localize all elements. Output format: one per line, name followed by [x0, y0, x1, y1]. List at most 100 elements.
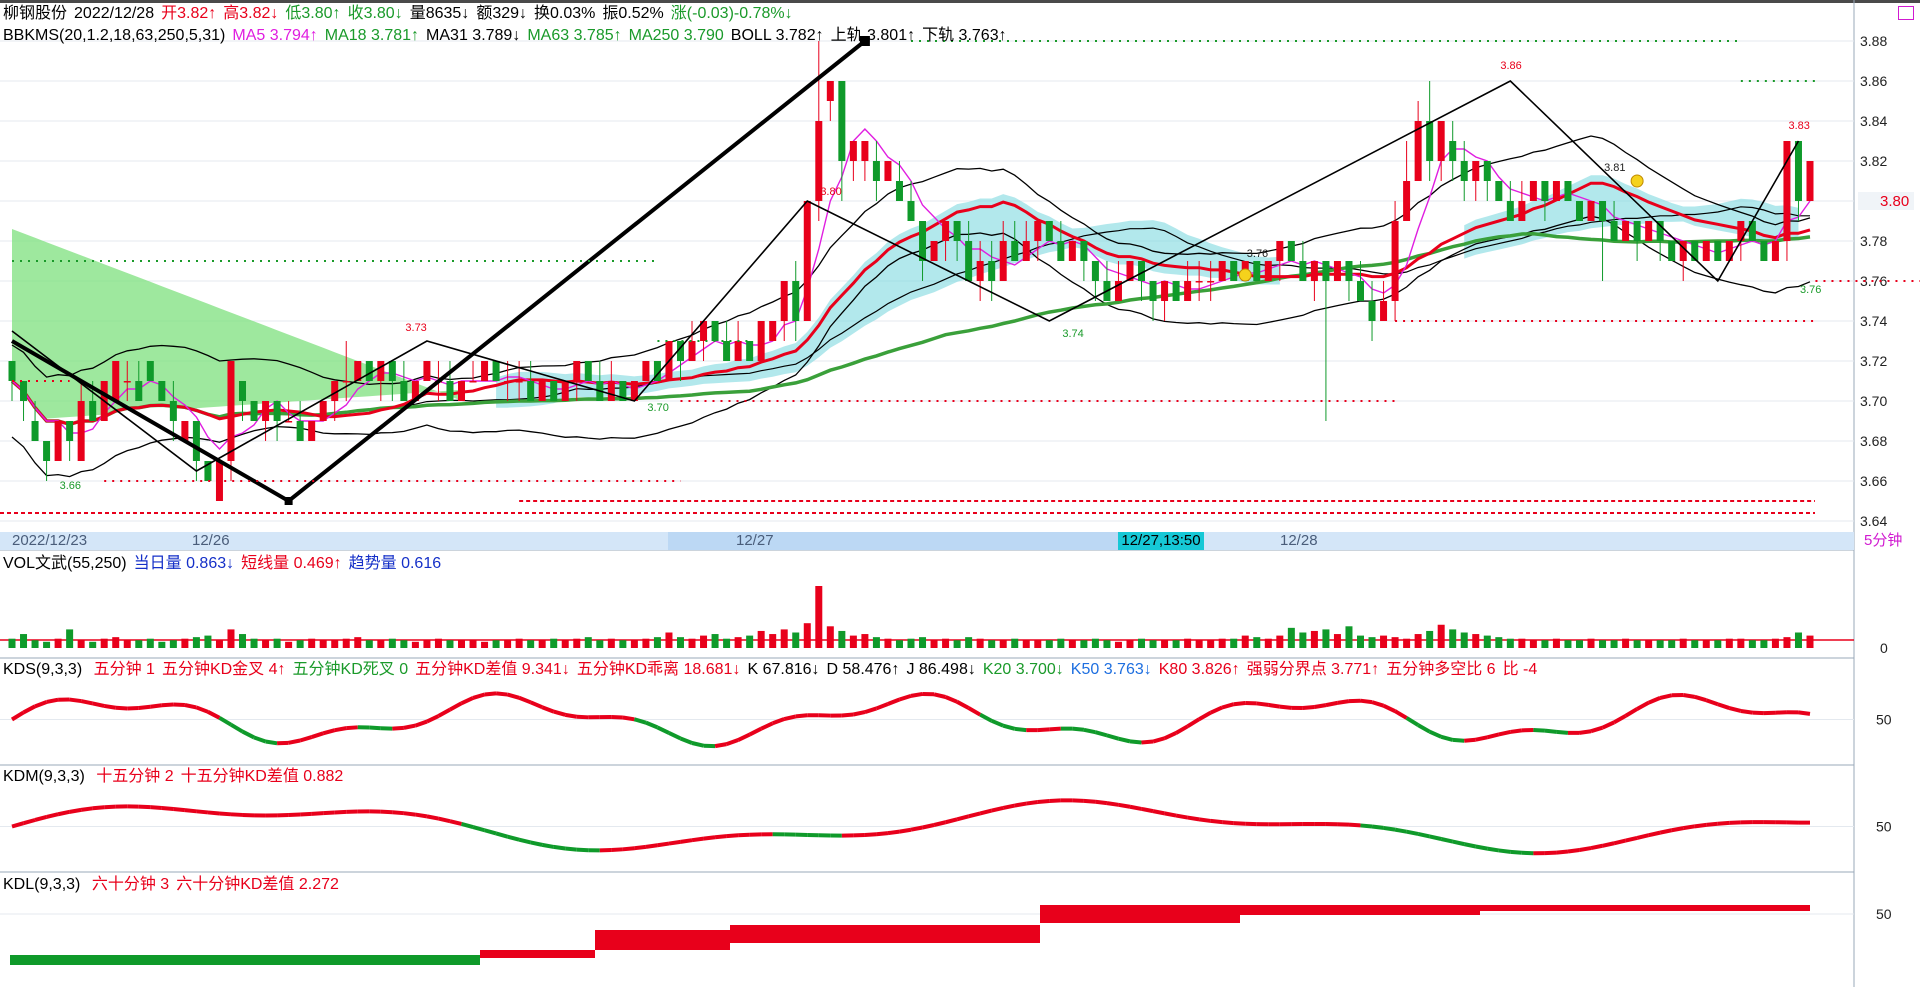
candle-body: [930, 241, 938, 261]
volume-bar: [1057, 638, 1065, 648]
kdm-kd-segment: [1694, 822, 1707, 829]
kds-kd-segment: [725, 738, 739, 747]
kds-kd-segment: [1233, 700, 1246, 707]
candle-body: [1068, 241, 1076, 261]
kds-kd-segment: [472, 692, 486, 700]
candle-body: [446, 381, 454, 401]
candle-body: [296, 421, 304, 441]
candle-body: [1552, 181, 1560, 201]
kds-kd-segment: [1049, 726, 1061, 732]
kdm-kd-segment: [1556, 849, 1569, 855]
kds-kd-segment: [69, 697, 82, 704]
kds-kd-segment: [1094, 730, 1108, 738]
kds-kd-segment: [1337, 699, 1350, 705]
kds-kd-segment: [103, 703, 117, 710]
kds-kd-segment: [46, 697, 59, 704]
candle-body: [54, 421, 62, 461]
price-tick-label: 3.68: [1860, 433, 1887, 449]
volume-bar: [1691, 640, 1699, 648]
date-axis-bar[interactable]: 12/27,13:50: [0, 532, 1854, 550]
kdm-kd-segment: [507, 834, 520, 842]
volume-bar: [527, 640, 535, 648]
kdm-kd-segment: [1095, 799, 1108, 806]
volume-bar: [676, 637, 684, 648]
kdm-kd-segment: [1440, 837, 1454, 844]
volume-bar: [1195, 640, 1203, 648]
kds-kd-segment: [115, 705, 128, 711]
corner-toggle-icon[interactable]: [1898, 6, 1914, 20]
volume-bar: [1599, 640, 1607, 648]
candle-body: [469, 381, 477, 383]
kds-indicator-name[interactable]: KDS(9,3,3): [3, 661, 82, 678]
candle-body: [1575, 201, 1583, 221]
kds-kd-segment: [1129, 739, 1142, 745]
candle-body: [1161, 281, 1169, 301]
kds-kd-segment: [1014, 726, 1027, 733]
volume-bar: [1114, 641, 1122, 648]
vol-indicator-name[interactable]: VOL文武(55,250): [3, 555, 127, 572]
candle-body: [861, 141, 869, 161]
candle-body: [1264, 261, 1272, 281]
volume-bar: [1184, 638, 1192, 648]
volume-bar: [1587, 638, 1595, 648]
volume-bar: [123, 640, 131, 648]
volume-bar: [861, 634, 869, 648]
period-selector[interactable]: 5分钟: [1864, 532, 1902, 550]
volume-bar: [1426, 630, 1434, 648]
volume-bar: [561, 640, 569, 648]
quote-date: 2022/12/28: [74, 5, 155, 22]
kdl-indicator-name[interactable]: KDL(9,3,3): [3, 876, 80, 893]
kdm-kd-segment: [1002, 803, 1016, 810]
kds-kd-segment: [1072, 726, 1085, 732]
kds-kd-segment: [1037, 727, 1050, 733]
kdm-kd-segment: [1475, 844, 1488, 851]
volume-bar: [1737, 638, 1745, 648]
volume-bar: [215, 640, 223, 648]
price-tick-label: 3.88: [1860, 33, 1887, 49]
candle-body: [723, 341, 731, 361]
kds-kd-segment: [161, 702, 174, 708]
candle-body: [1218, 261, 1226, 281]
kdm-kd-segment: [472, 825, 486, 833]
kds-kd-segment: [622, 715, 635, 722]
chart-canvas[interactable]: 3.88 3.86 3.84 3.82 3.80 3.78 3.76 3.74 3.72 3.70…: [0, 0, 1920, 987]
kds-kd-segment: [967, 706, 982, 717]
kds-kd-segment: [322, 728, 336, 736]
candle-body: [1702, 241, 1710, 261]
candle-body: [1714, 241, 1722, 261]
kds-item: K 67.816↓: [747, 661, 820, 678]
candle-body: [1034, 221, 1042, 241]
candle-body: [527, 381, 535, 401]
kds-kd-segment: [553, 709, 566, 717]
candle-body: [1541, 181, 1549, 201]
candle-body: [769, 321, 777, 341]
candle-body: [746, 341, 754, 361]
volume-bar: [1748, 640, 1756, 648]
volume-bar: [1068, 640, 1076, 648]
kdm-kd-segment: [46, 812, 59, 819]
quote-high: 高3.82↓: [223, 5, 279, 22]
peak-label: 3.74: [1062, 328, 1083, 340]
kdm-kd-segment: [1429, 834, 1442, 841]
volume-bar: [319, 640, 327, 648]
candle-body: [688, 341, 696, 361]
peak-label: 3.66: [60, 480, 81, 492]
volume-bar: [1264, 638, 1272, 648]
indicator-name[interactable]: BBKMS(20,1.2,18,63,250,5,31): [3, 27, 225, 44]
kdm-indicator-name[interactable]: KDM(9,3,3): [3, 768, 85, 785]
kdm-kd-segment: [933, 820, 947, 827]
kdm-kd-segment: [438, 816, 451, 824]
volume-bar: [77, 640, 85, 648]
candle-body: [1449, 141, 1457, 161]
kds-kd-segment: [1314, 703, 1327, 710]
volume-bar: [204, 635, 212, 648]
main-indicator-legend: BBKMS(20,1.2,18,63,250,5,31) MA5 3.794↑ MA…: [3, 27, 1014, 45]
volume-bar: [1126, 640, 1134, 648]
price-tick-label: 3.84: [1860, 113, 1887, 129]
kdm-kd-segment: [495, 831, 509, 839]
kds-kd-segment: [1533, 727, 1546, 733]
volume-bar: [619, 640, 627, 648]
kdm-kd-segment: [1118, 802, 1131, 809]
kds-kd-segment: [1452, 737, 1465, 743]
candle-body: [112, 361, 120, 401]
